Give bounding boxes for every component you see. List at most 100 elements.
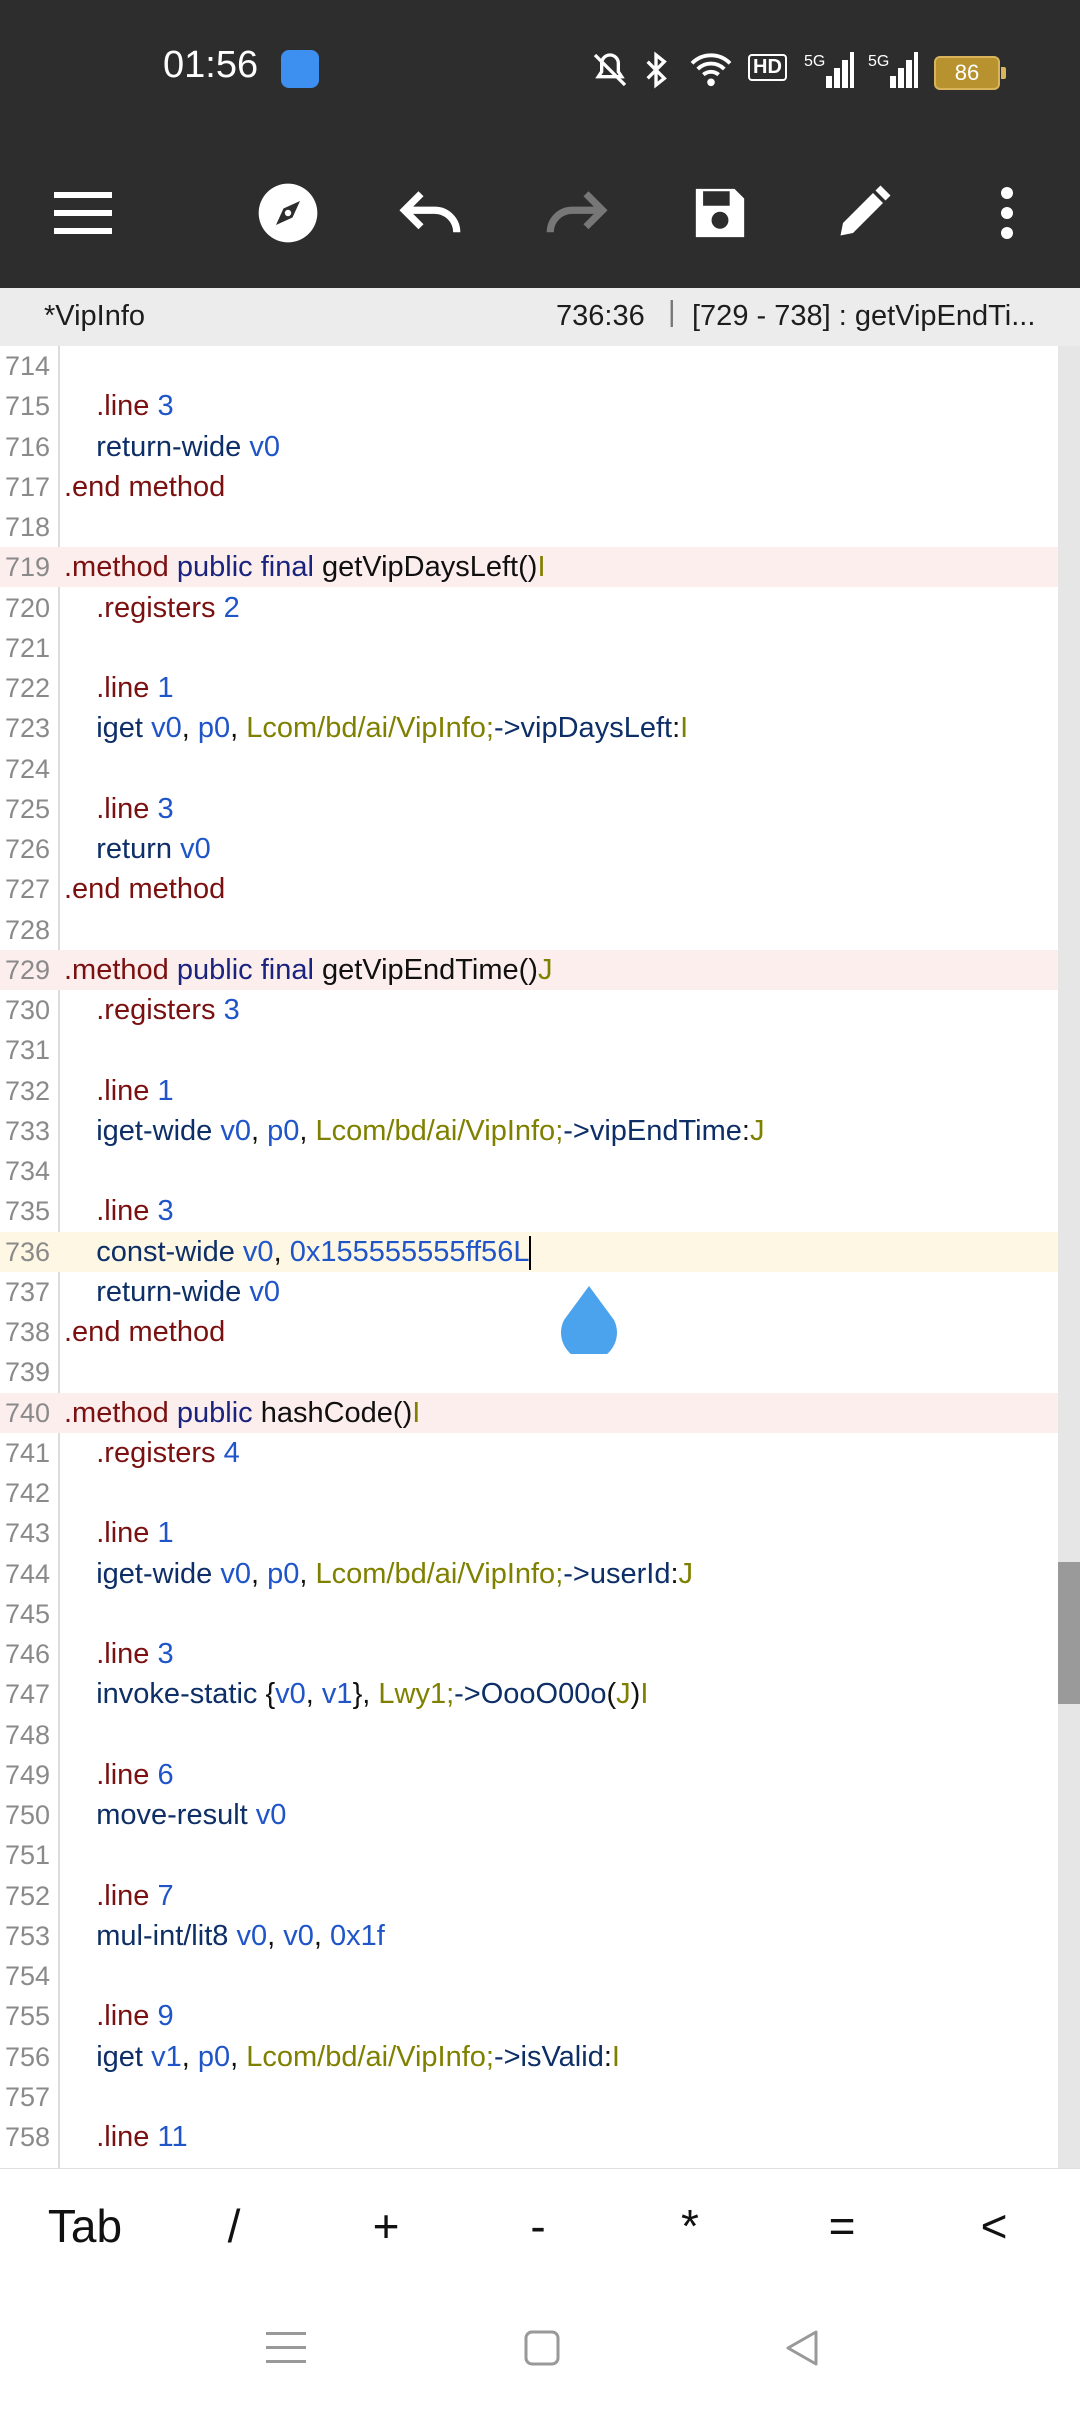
- code-line[interactable]: 733 iget-wide v0, p0, Lcom/bd/ai/VipInfo…: [0, 1111, 1058, 1151]
- code-text: iget-wide v0, p0, Lcom/bd/ai/VipInfo;->v…: [96, 1114, 765, 1147]
- code-line[interactable]: 739: [0, 1352, 1058, 1392]
- code-line[interactable]: 747 invoke-static {v0, v1}, Lwy1;->OooO0…: [0, 1674, 1058, 1714]
- code-line[interactable]: 729 .method public final getVipEndTime()J: [0, 949, 1058, 990]
- code-line[interactable]: 750 move-result v0: [0, 1795, 1058, 1835]
- line-number: 719: [4, 552, 50, 583]
- code-text: .method public final getVipDaysLeft()I: [64, 551, 546, 584]
- code-line[interactable]: 730 .registers 3: [0, 990, 1058, 1030]
- code-text: return-wide v0: [96, 1275, 280, 1308]
- cursor-handle[interactable]: [558, 1286, 620, 1354]
- code-line[interactable]: 742: [0, 1473, 1058, 1513]
- line-number: 724: [4, 753, 50, 784]
- code-line[interactable]: 726 return v0: [0, 829, 1058, 869]
- code-text: .line 3: [96, 792, 174, 825]
- code-line[interactable]: 731: [0, 1030, 1058, 1070]
- code-line[interactable]: 732 .line 1: [0, 1071, 1058, 1111]
- code-line[interactable]: 727 .end method: [0, 869, 1058, 909]
- code-line[interactable]: 735 .line 3: [0, 1191, 1058, 1231]
- code-text: .line 3: [96, 390, 174, 423]
- code-line[interactable]: 744 iget-wide v0, p0, Lcom/bd/ai/VipInfo…: [0, 1554, 1058, 1594]
- line-number: 736: [4, 1236, 50, 1267]
- code-line[interactable]: 717 .end method: [0, 467, 1058, 507]
- compass-icon[interactable]: [243, 168, 333, 258]
- key-less-than[interactable]: <: [944, 2199, 1044, 2253]
- code-line[interactable]: 720 .registers 2: [0, 588, 1058, 628]
- code-line[interactable]: 725 .line 3: [0, 789, 1058, 829]
- code-text: .line 7: [96, 1879, 174, 1912]
- code-line[interactable]: 722 .line 1: [0, 668, 1058, 708]
- code-line[interactable]: 755 .line 9: [0, 1996, 1058, 2036]
- line-number: 748: [4, 1719, 50, 1750]
- code-line[interactable]: 752 .line 7: [0, 1876, 1058, 1916]
- more-icon[interactable]: [962, 168, 1052, 258]
- code-text: iget v0, p0, Lcom/bd/ai/VipInfo;->vipDay…: [96, 712, 689, 745]
- code-text: .line 1: [96, 672, 174, 704]
- code-editor[interactable]: 714 715 .line 3 716 return-wide v0 717 .end …: [0, 346, 1080, 2168]
- code-text: mul-int/lit8 v0, v0, 0x1f: [96, 1919, 385, 1952]
- code-text: .line 11: [96, 2121, 188, 2153]
- code-line[interactable]: 743 .line 1: [0, 1513, 1058, 1553]
- line-number: 749: [4, 1759, 50, 1790]
- key-equals[interactable]: =: [792, 2199, 892, 2253]
- key-minus[interactable]: -: [488, 2199, 588, 2253]
- code-line[interactable]: 738 .end method: [0, 1312, 1058, 1352]
- save-icon[interactable]: [675, 168, 765, 258]
- code-line[interactable]: 737 return-wide v0: [0, 1272, 1058, 1312]
- line-number: 752: [4, 1880, 50, 1911]
- line-number: 750: [4, 1800, 50, 1830]
- code-line[interactable]: 740 .method public hashCode()I: [0, 1392, 1058, 1433]
- code-text: .line 6: [96, 1758, 174, 1791]
- text-cursor: [529, 1235, 532, 1270]
- code-line[interactable]: 758 .line 11: [0, 2117, 1058, 2157]
- code-line[interactable]: 746 .line 3: [0, 1634, 1058, 1674]
- line-number: 746: [4, 1639, 50, 1669]
- key-tab[interactable]: Tab: [30, 2199, 140, 2253]
- code-line[interactable]: 756 iget v1, p0, Lcom/bd/ai/VipInfo;->is…: [0, 2037, 1058, 2077]
- key-asterisk[interactable]: *: [640, 2199, 740, 2253]
- scrollbar-track[interactable]: [1058, 346, 1080, 2168]
- line-number: 733: [4, 1115, 50, 1146]
- file-name: *VipInfo: [44, 300, 146, 332]
- code-line[interactable]: 751: [0, 1835, 1058, 1875]
- 5g-signal-icon: 5G: [804, 52, 854, 88]
- code-line[interactable]: 714: [0, 346, 1058, 386]
- code-line[interactable]: 719 .method public final getVipDaysLeft()…: [0, 547, 1058, 588]
- code-text: iget-wide v0, p0, Lcom/bd/ai/VipInfo;->u…: [96, 1557, 694, 1590]
- code-line[interactable]: 757: [0, 2077, 1058, 2117]
- undo-icon[interactable]: [387, 168, 477, 258]
- code-text: .line 1: [96, 1074, 174, 1107]
- back-icon[interactable]: [772, 2318, 832, 2378]
- code-line[interactable]: 748: [0, 1715, 1058, 1755]
- key-slash[interactable]: /: [184, 2199, 284, 2253]
- line-number: 727: [4, 874, 50, 905]
- recents-icon[interactable]: [256, 2318, 316, 2378]
- scrollbar-thumb[interactable]: [1058, 1562, 1080, 1704]
- code-line[interactable]: 745: [0, 1594, 1058, 1634]
- home-icon[interactable]: [512, 2318, 572, 2378]
- code-line[interactable]: 718: [0, 507, 1058, 547]
- code-line[interactable]: 724: [0, 749, 1058, 789]
- redo-icon[interactable]: [530, 168, 620, 258]
- menu-icon[interactable]: [38, 168, 128, 258]
- code-line[interactable]: 728: [0, 910, 1058, 950]
- code-line[interactable]: 749 .line 6: [0, 1755, 1058, 1795]
- code-line[interactable]: 734: [0, 1151, 1058, 1191]
- code-line[interactable]: 736 const-wide v0, 0x155555555ff56L: [0, 1231, 1058, 1272]
- line-number: 728: [4, 914, 50, 945]
- code-line[interactable]: 715 .line 3: [0, 386, 1058, 426]
- cursor-position: 736:36: [556, 300, 645, 332]
- code-line[interactable]: 716 return-wide v0: [0, 427, 1058, 467]
- code-text: const-wide v0, 0x155555555ff56L: [64, 1232, 532, 1272]
- code-line[interactable]: 754: [0, 1956, 1058, 1996]
- code-line[interactable]: 753 mul-int/lit8 v0, v0, 0x1f: [0, 1916, 1058, 1956]
- line-number: 756: [4, 2041, 50, 2072]
- line-number: 740: [4, 1397, 50, 1428]
- line-number: 745: [4, 1598, 50, 1629]
- key-plus[interactable]: +: [336, 2199, 436, 2253]
- code-line[interactable]: 741 .registers 4: [0, 1433, 1058, 1473]
- code-text: .line 3: [96, 1195, 174, 1228]
- edit-icon[interactable]: [818, 168, 908, 258]
- line-number: 753: [4, 1920, 50, 1951]
- code-line[interactable]: 721: [0, 628, 1058, 668]
- code-line[interactable]: 723 iget v0, p0, Lcom/bd/ai/VipInfo;->vi…: [0, 708, 1058, 748]
